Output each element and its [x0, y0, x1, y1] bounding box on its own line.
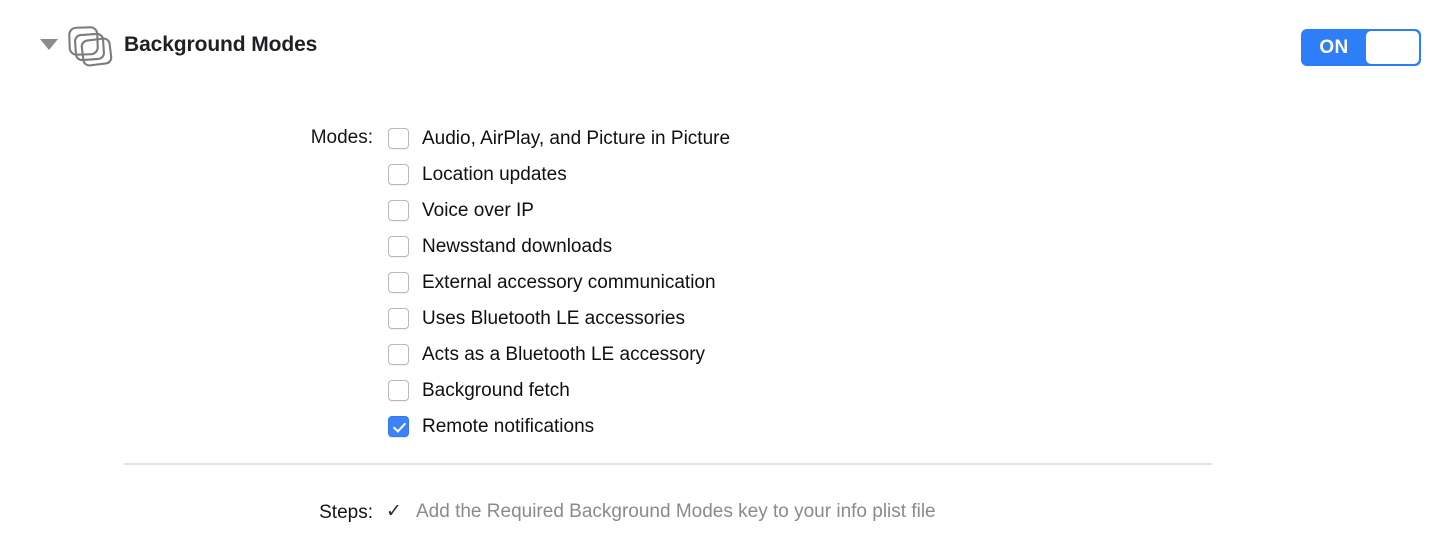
- list-item[interactable]: Remote notifications: [388, 414, 730, 450]
- mode-checkbox[interactable]: [388, 344, 409, 365]
- mode-label: Voice over IP: [422, 200, 534, 221]
- list-item[interactable]: Background fetch: [388, 378, 730, 414]
- modes-label: Modes:: [310, 127, 373, 148]
- section-divider: [124, 463, 1212, 465]
- page-title: Background Modes: [124, 33, 318, 56]
- capability-toggle[interactable]: ON: [1301, 29, 1421, 66]
- list-item[interactable]: Audio, AirPlay, and Picture in Picture: [388, 126, 730, 162]
- list-item[interactable]: External accessory communication: [388, 270, 730, 306]
- modes-checkbox-list: Audio, AirPlay, and Picture in Picture L…: [388, 126, 730, 450]
- mode-label: Remote notifications: [422, 416, 595, 437]
- stacked-squares-icon: [64, 23, 116, 73]
- toggle-state-label: ON: [1319, 37, 1349, 58]
- step-text: Add the Required Background Modes key to…: [416, 501, 936, 522]
- mode-label: Acts as a Bluetooth LE accessory: [422, 344, 706, 365]
- list-item[interactable]: Newsstand downloads: [388, 234, 730, 270]
- mode-checkbox[interactable]: [388, 308, 409, 329]
- list-item[interactable]: Acts as a Bluetooth LE accessory: [388, 342, 730, 378]
- steps-label: Steps:: [319, 502, 373, 523]
- mode-checkbox[interactable]: [388, 128, 409, 149]
- toggle-knob[interactable]: [1366, 31, 1419, 64]
- list-item[interactable]: Location updates: [388, 162, 730, 198]
- steps-list: ✓ Add the Required Background Modes key …: [386, 500, 936, 530]
- mode-label: Uses Bluetooth LE accessories: [422, 308, 685, 329]
- mode-checkbox[interactable]: [388, 416, 409, 437]
- capability-header: Background Modes ON: [0, 0, 1444, 92]
- mode-checkbox[interactable]: [388, 200, 409, 221]
- mode-checkbox[interactable]: [388, 272, 409, 293]
- mode-label: Background fetch: [422, 380, 570, 401]
- mode-checkbox[interactable]: [388, 164, 409, 185]
- mode-checkbox[interactable]: [388, 236, 409, 257]
- checkmark-icon: ✓: [386, 501, 402, 522]
- mode-label: Location updates: [422, 164, 567, 185]
- mode-label: External accessory communication: [422, 272, 716, 293]
- disclosure-triangle-down-icon[interactable]: [40, 39, 58, 50]
- list-item[interactable]: Voice over IP: [388, 198, 730, 234]
- mode-label: Newsstand downloads: [422, 236, 613, 257]
- list-item: ✓ Add the Required Background Modes key …: [386, 500, 936, 530]
- mode-label: Audio, AirPlay, and Picture in Picture: [422, 128, 731, 149]
- list-item[interactable]: Uses Bluetooth LE accessories: [388, 306, 730, 342]
- mode-checkbox[interactable]: [388, 380, 409, 401]
